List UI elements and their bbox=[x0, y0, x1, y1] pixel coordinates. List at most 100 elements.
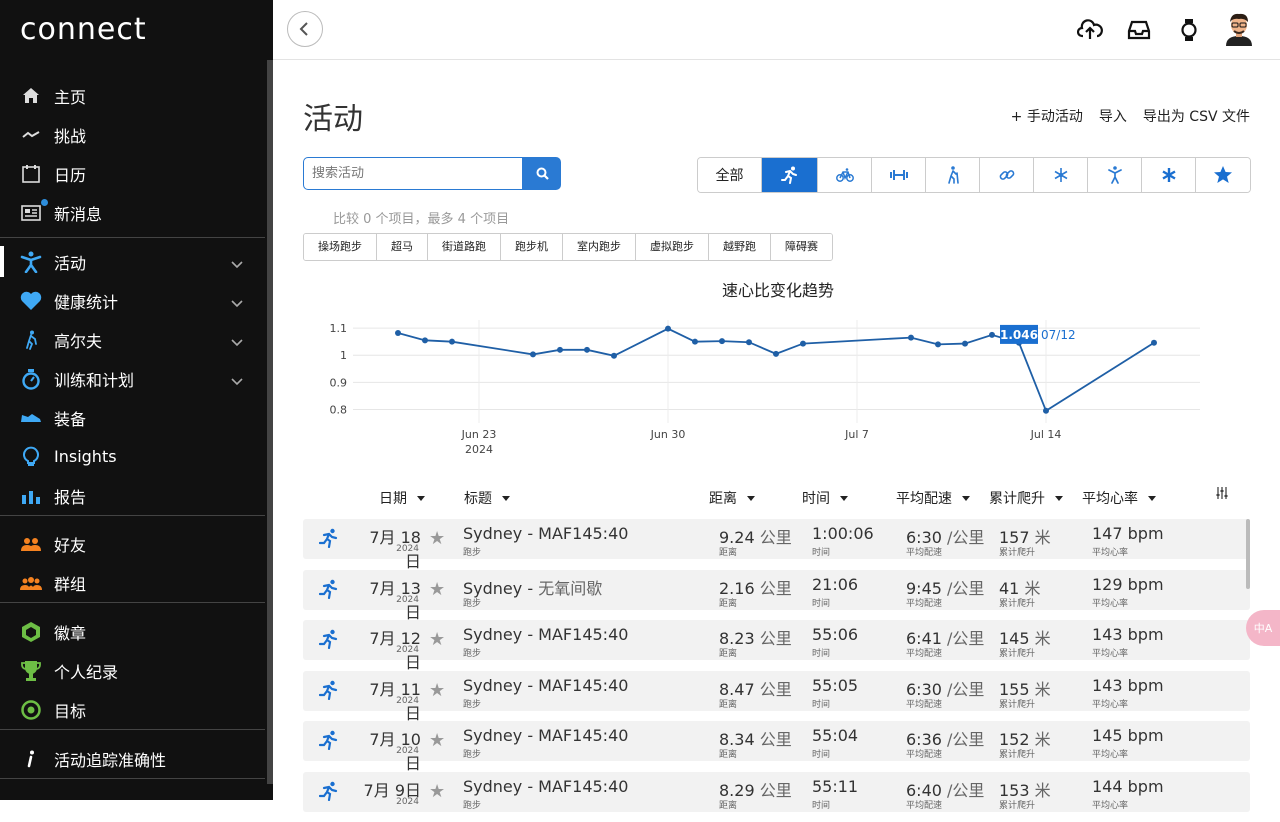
subtype-button[interactable]: 街道路跑 bbox=[428, 234, 501, 260]
filter-all[interactable]: 全部 bbox=[698, 158, 762, 192]
activity-time: 55:04 bbox=[812, 726, 858, 745]
distance-sub-label: 距离 bbox=[719, 548, 738, 558]
subtype-button[interactable]: 操场跑步 bbox=[304, 234, 377, 260]
sidebar-item-bar-chart[interactable]: 报告 bbox=[0, 476, 265, 515]
column-settings-icon[interactable] bbox=[1216, 486, 1228, 500]
subtype-button[interactable]: 越野跑 bbox=[709, 234, 771, 260]
search-box bbox=[303, 157, 561, 190]
search-button[interactable] bbox=[523, 157, 561, 190]
distance-sub-label: 距离 bbox=[719, 649, 738, 659]
filter-multisport[interactable] bbox=[980, 158, 1034, 192]
sidebar-item-lightbulb[interactable]: Insights bbox=[0, 437, 265, 476]
sidebar-item-friends[interactable]: 好友 bbox=[0, 524, 265, 563]
filter-strength[interactable] bbox=[872, 158, 926, 192]
data-point bbox=[800, 340, 806, 347]
sidebar-item-runner[interactable]: 活动 bbox=[0, 242, 265, 281]
activity-title[interactable]: Sydney - 无氧间歇 bbox=[463, 575, 602, 599]
hr-sub-label: 平均心率 bbox=[1092, 800, 1129, 811]
activity-row[interactable]: 7月 11日 2024 ★ Sydney - MAF145:40 跑步 8.47 公里 距离… bbox=[303, 670, 1250, 723]
column-date[interactable]: 日期 bbox=[379, 488, 425, 508]
activity-row[interactable]: 7月 10日 2024 ★ Sydney - MAF145:40 跑步 8.34 公里 距离… bbox=[303, 721, 1250, 773]
time-sub-label: 时间 bbox=[812, 750, 831, 760]
column-distance[interactable]: 距离 bbox=[709, 488, 755, 508]
subtype-button[interactable]: 障碍赛 bbox=[771, 234, 832, 260]
activity-title[interactable]: Sydney - MAF145:40 bbox=[463, 726, 628, 745]
time-sub-label: 时间 bbox=[812, 699, 831, 710]
favorite-star-icon[interactable]: ★ bbox=[429, 629, 445, 650]
sidebar-item-home[interactable]: 主页 bbox=[0, 76, 265, 115]
favorite-star-icon[interactable]: ★ bbox=[429, 528, 445, 549]
sidebar-item-challenge[interactable]: 挑战 bbox=[0, 115, 265, 154]
sidebar-item-label: 挑战 bbox=[54, 126, 87, 146]
sidebar-item-newsfeed[interactable]: 新消息 bbox=[0, 193, 265, 232]
sidebar-item-shoe[interactable]: 装备 bbox=[0, 398, 265, 437]
connect-logo[interactable]: connect bbox=[20, 12, 147, 47]
activity-title[interactable]: Sydney - MAF145:40 bbox=[463, 777, 628, 796]
sidebar-item-target[interactable]: 目标 bbox=[0, 690, 265, 729]
activity-title[interactable]: Sydney - MAF145:40 bbox=[463, 625, 628, 644]
subtype-button[interactable]: 跑步机 bbox=[501, 234, 563, 260]
sidebar-item-groups[interactable]: 群组 bbox=[0, 563, 265, 602]
column-title[interactable]: 标题 bbox=[464, 488, 510, 508]
list-scrollbar[interactable] bbox=[1246, 519, 1250, 589]
sidebar-item-label: 主页 bbox=[54, 87, 87, 107]
activity-type: 跑步 bbox=[463, 699, 482, 710]
activity-title[interactable]: Sydney - MAF145:40 bbox=[463, 676, 628, 695]
favorite-star-icon[interactable]: ★ bbox=[429, 730, 445, 751]
favorite-star-icon[interactable]: ★ bbox=[429, 579, 445, 600]
value-text: 143 bpm bbox=[1092, 675, 1164, 695]
watch-icon[interactable] bbox=[1176, 17, 1202, 43]
import-link[interactable]: 导入 bbox=[1099, 106, 1127, 126]
subtype-button[interactable]: 虚拟跑步 bbox=[636, 234, 709, 260]
value-text: 55:04 bbox=[812, 726, 859, 745]
filter-running[interactable] bbox=[762, 158, 818, 192]
back-button[interactable] bbox=[287, 11, 323, 47]
sidebar-item-golf[interactable]: 高尔夫 bbox=[0, 320, 265, 359]
activity-row[interactable]: 7月 13日 2024 ★ Sydney - 无氧间歇 跑步 2.16 公里 距离 21:06… bbox=[303, 569, 1250, 622]
activity-row[interactable]: 7月 12日 2024 ★ Sydney - MAF145:40 跑步 8.23 公里 距离… bbox=[303, 620, 1250, 672]
favorite-star-icon[interactable]: ★ bbox=[429, 781, 445, 802]
subtype-button[interactable]: 超马 bbox=[377, 234, 428, 260]
activity-type: 跑步 bbox=[463, 598, 482, 609]
data-point bbox=[1043, 407, 1049, 414]
activity-row[interactable]: 7月 9日 2024 ★ Sydney - MAF145:40 跑步 8.29 公里 距离 5… bbox=[303, 771, 1250, 812]
manual-activity-link[interactable]: + 手动活动 bbox=[1011, 106, 1083, 126]
sidebar-item-trophy[interactable]: 个人纪录 bbox=[0, 651, 265, 690]
activity-hr: 143 bpm bbox=[1092, 625, 1164, 644]
subtype-button[interactable]: 室内跑步 bbox=[563, 234, 636, 260]
inbox-icon[interactable] bbox=[1126, 17, 1152, 43]
upload-icon[interactable] bbox=[1077, 17, 1103, 43]
activity-time: 55:06 bbox=[812, 625, 858, 644]
sidebar-item-stopwatch[interactable]: 训练和计划 bbox=[0, 359, 265, 398]
user-avatar[interactable] bbox=[1224, 12, 1254, 46]
favorite-star-icon[interactable]: ★ bbox=[429, 680, 445, 701]
filter-asterisk[interactable] bbox=[1142, 158, 1196, 192]
filter-favorites[interactable] bbox=[1196, 158, 1250, 192]
translate-icon[interactable]: 中A bbox=[1246, 610, 1280, 646]
sidebar-item-info[interactable]: 活动追踪准确性 bbox=[0, 739, 265, 778]
column-time[interactable]: 时间 bbox=[802, 488, 848, 508]
column-heart-rate[interactable]: 平均心率 bbox=[1082, 488, 1156, 508]
column-pace[interactable]: 平均配速 bbox=[896, 488, 970, 508]
activity-title-text: Sydney - MAF145:40 bbox=[463, 524, 629, 543]
data-point bbox=[422, 337, 428, 344]
filter-winter[interactable] bbox=[1034, 158, 1088, 192]
sidebar-scrollbar[interactable] bbox=[267, 60, 273, 784]
filter-cycling[interactable] bbox=[818, 158, 872, 192]
activity-title[interactable]: Sydney - MAF145:40 bbox=[463, 524, 628, 543]
sidebar-item-heart[interactable]: 健康统计 bbox=[0, 281, 265, 320]
column-elevation[interactable]: 累计爬升 bbox=[989, 488, 1063, 508]
sidebar-item-badge[interactable]: 徽章 bbox=[0, 612, 265, 651]
activity-title-text: Sydney - MAF145:40 bbox=[463, 625, 629, 644]
heart-icon bbox=[20, 290, 42, 312]
data-point bbox=[611, 352, 617, 359]
data-point bbox=[1151, 339, 1157, 346]
column-label: 距离 bbox=[709, 491, 737, 507]
filter-hiking[interactable] bbox=[926, 158, 980, 192]
filter-other[interactable] bbox=[1088, 158, 1142, 192]
tooltip-value: 1.046 bbox=[1000, 328, 1038, 342]
activity-row[interactable]: 7月 18日 2024 ★ Sydney - MAF145:40 跑步 9.24 公里 距离… bbox=[303, 519, 1250, 571]
sidebar-item-calendar[interactable]: 日历 bbox=[0, 154, 265, 193]
export-csv-link[interactable]: 导出为 CSV 文件 bbox=[1143, 106, 1250, 126]
search-input[interactable] bbox=[303, 157, 523, 190]
